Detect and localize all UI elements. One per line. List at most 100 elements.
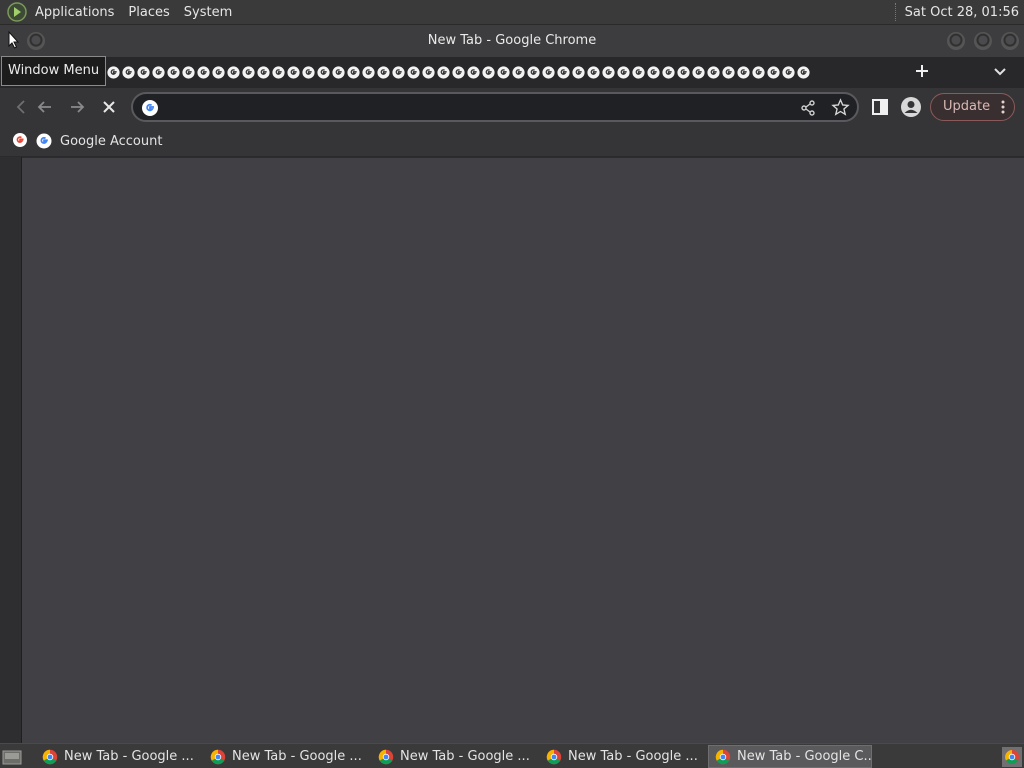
chrome-favicon-icon[interactable] bbox=[706, 65, 721, 80]
chrome-favicon-icon[interactable] bbox=[571, 65, 586, 80]
omnibox-input[interactable] bbox=[167, 97, 767, 117]
chrome-favicon-icon[interactable] bbox=[346, 65, 361, 80]
minimize-button[interactable] bbox=[947, 32, 965, 50]
chrome-favicon-icon[interactable] bbox=[466, 65, 481, 80]
page-content-area[interactable] bbox=[22, 158, 1024, 743]
task-label: New Tab - Google ... bbox=[64, 749, 194, 764]
chrome-favicon-icon[interactable] bbox=[751, 65, 766, 80]
taskbar-task-chrome[interactable]: New Tab - Google ... bbox=[36, 745, 200, 768]
side-panel-icon[interactable] bbox=[869, 96, 891, 118]
chrome-favicon-icon[interactable] bbox=[616, 65, 631, 80]
share-icon[interactable] bbox=[799, 99, 817, 117]
system-menu[interactable]: System bbox=[177, 5, 239, 20]
kebab-menu-icon[interactable] bbox=[1001, 100, 1005, 114]
chrome-favicon-icon[interactable] bbox=[121, 65, 136, 80]
chrome-favicon-icon[interactable] bbox=[166, 65, 181, 80]
taskbar-task-chrome[interactable]: New Tab - Google ... bbox=[540, 745, 704, 768]
taskbar-task-chrome[interactable]: New Tab - Google ... bbox=[204, 745, 368, 768]
chrome-favicon-icon[interactable] bbox=[451, 65, 466, 80]
window-title: New Tab - Google Chrome bbox=[427, 33, 597, 48]
chrome-favicon-icon[interactable] bbox=[721, 65, 736, 80]
star-icon[interactable] bbox=[831, 98, 850, 117]
window-titlebar[interactable]: New Tab - Google Chrome bbox=[0, 25, 1024, 57]
chrome-favicon-icon[interactable] bbox=[556, 65, 571, 80]
arrow-right-icon[interactable] bbox=[66, 96, 88, 118]
chrome-favicon-icon[interactable] bbox=[541, 65, 556, 80]
chrome-icon bbox=[210, 749, 226, 764]
chrome-favicon-icon[interactable] bbox=[331, 65, 346, 80]
chrome-favicon-icon[interactable] bbox=[481, 65, 496, 80]
chrome-favicon-icon[interactable] bbox=[631, 65, 646, 80]
address-bar[interactable] bbox=[131, 92, 859, 122]
chrome-favicon-icon[interactable] bbox=[421, 65, 436, 80]
chrome-icon bbox=[546, 749, 562, 764]
window-menu-button[interactable] bbox=[27, 32, 45, 50]
bookmark-google-account[interactable]: Google Account bbox=[36, 132, 162, 150]
chrome-favicon-icon[interactable] bbox=[316, 65, 331, 80]
task-label: New Tab - Google ... bbox=[400, 749, 530, 764]
chrome-favicon-icon[interactable] bbox=[181, 65, 196, 80]
chrome-favicon-icon[interactable] bbox=[301, 65, 316, 80]
chrome-favicon-icon[interactable] bbox=[766, 65, 781, 80]
taskbar-task-chrome[interactable]: New Tab - Google C... bbox=[708, 745, 872, 768]
chrome-favicon-icon[interactable] bbox=[496, 65, 511, 80]
chrome-favicon-icon[interactable] bbox=[586, 65, 601, 80]
chrome-favicon-icon[interactable] bbox=[601, 65, 616, 80]
chrome-favicon-icon[interactable] bbox=[211, 65, 226, 80]
stop-loading-close-icon[interactable] bbox=[98, 96, 120, 118]
left-edge-strip bbox=[0, 88, 22, 743]
chrome-favicon-icon[interactable] bbox=[241, 65, 256, 80]
chrome-favicon-icon[interactable] bbox=[436, 65, 451, 80]
chrome-favicon-icon[interactable] bbox=[511, 65, 526, 80]
places-menu[interactable]: Places bbox=[121, 5, 176, 20]
chrome-favicon-icon[interactable] bbox=[286, 65, 301, 80]
chrome-favicon-icon[interactable] bbox=[691, 65, 706, 80]
tab-icons-row bbox=[106, 65, 872, 81]
chrome-favicon-icon[interactable] bbox=[226, 65, 241, 80]
chrome-favicon-icon[interactable] bbox=[736, 65, 751, 80]
chrome-favicon-icon[interactable] bbox=[196, 65, 211, 80]
maximize-button[interactable] bbox=[974, 32, 992, 50]
bookmarks-bar: Google Account bbox=[0, 126, 1024, 157]
chrome-favicon-icon[interactable] bbox=[361, 65, 376, 80]
task-label: New Tab - Google ... bbox=[568, 749, 698, 764]
task-label: New Tab - Google ... bbox=[232, 749, 362, 764]
chrome-favicon-icon[interactable] bbox=[646, 65, 661, 80]
panel-grip[interactable] bbox=[894, 3, 897, 21]
mouse-cursor-icon bbox=[8, 30, 20, 49]
chrome-icon bbox=[378, 749, 394, 764]
task-label: New Tab - Google C... bbox=[737, 749, 871, 764]
chrome-favicon-icon[interactable] bbox=[136, 65, 151, 80]
taskbar-task-chrome[interactable]: New Tab - Google ... bbox=[372, 745, 536, 768]
partial-google-g-icon bbox=[13, 133, 27, 147]
new-tab-plus-icon[interactable] bbox=[912, 61, 932, 81]
update-button[interactable]: Update bbox=[930, 93, 1015, 121]
distro-logo-icon[interactable] bbox=[6, 1, 28, 23]
google-g-icon bbox=[142, 100, 158, 116]
arrow-left-icon[interactable] bbox=[34, 96, 56, 118]
chrome-favicon-icon[interactable] bbox=[256, 65, 271, 80]
window-menu-tooltip: Window Menu bbox=[1, 56, 107, 86]
chrome-favicon-icon[interactable] bbox=[151, 65, 166, 80]
close-window-button[interactable] bbox=[1001, 32, 1019, 50]
chrome-favicon-icon[interactable] bbox=[781, 65, 796, 80]
avatar-icon[interactable] bbox=[900, 96, 922, 118]
bottom-taskbar: New Tab - Google ... New Tab - Google ...… bbox=[0, 743, 1024, 768]
clock[interactable]: Sat Oct 28, 01:56 bbox=[905, 5, 1024, 20]
chrome-icon bbox=[715, 749, 731, 764]
chrome-favicon-icon[interactable] bbox=[391, 65, 406, 80]
chrome-favicon-icon[interactable] bbox=[106, 65, 121, 80]
update-label: Update bbox=[943, 99, 991, 114]
show-desktop-icon[interactable] bbox=[2, 748, 22, 765]
chrome-favicon-icon[interactable] bbox=[676, 65, 691, 80]
chrome-favicon-icon[interactable] bbox=[526, 65, 541, 80]
chrome-icon bbox=[42, 749, 58, 764]
chrome-favicon-icon[interactable] bbox=[661, 65, 676, 80]
tab-search-chevron-down-icon[interactable] bbox=[990, 61, 1010, 81]
chrome-favicon-icon[interactable] bbox=[271, 65, 286, 80]
chrome-favicon-icon[interactable] bbox=[376, 65, 391, 80]
chrome-favicon-icon[interactable] bbox=[796, 65, 811, 80]
chrome-favicon-icon[interactable] bbox=[406, 65, 421, 80]
chrome-tray-icon[interactable] bbox=[1002, 747, 1022, 767]
applications-menu[interactable]: Applications bbox=[28, 5, 121, 20]
